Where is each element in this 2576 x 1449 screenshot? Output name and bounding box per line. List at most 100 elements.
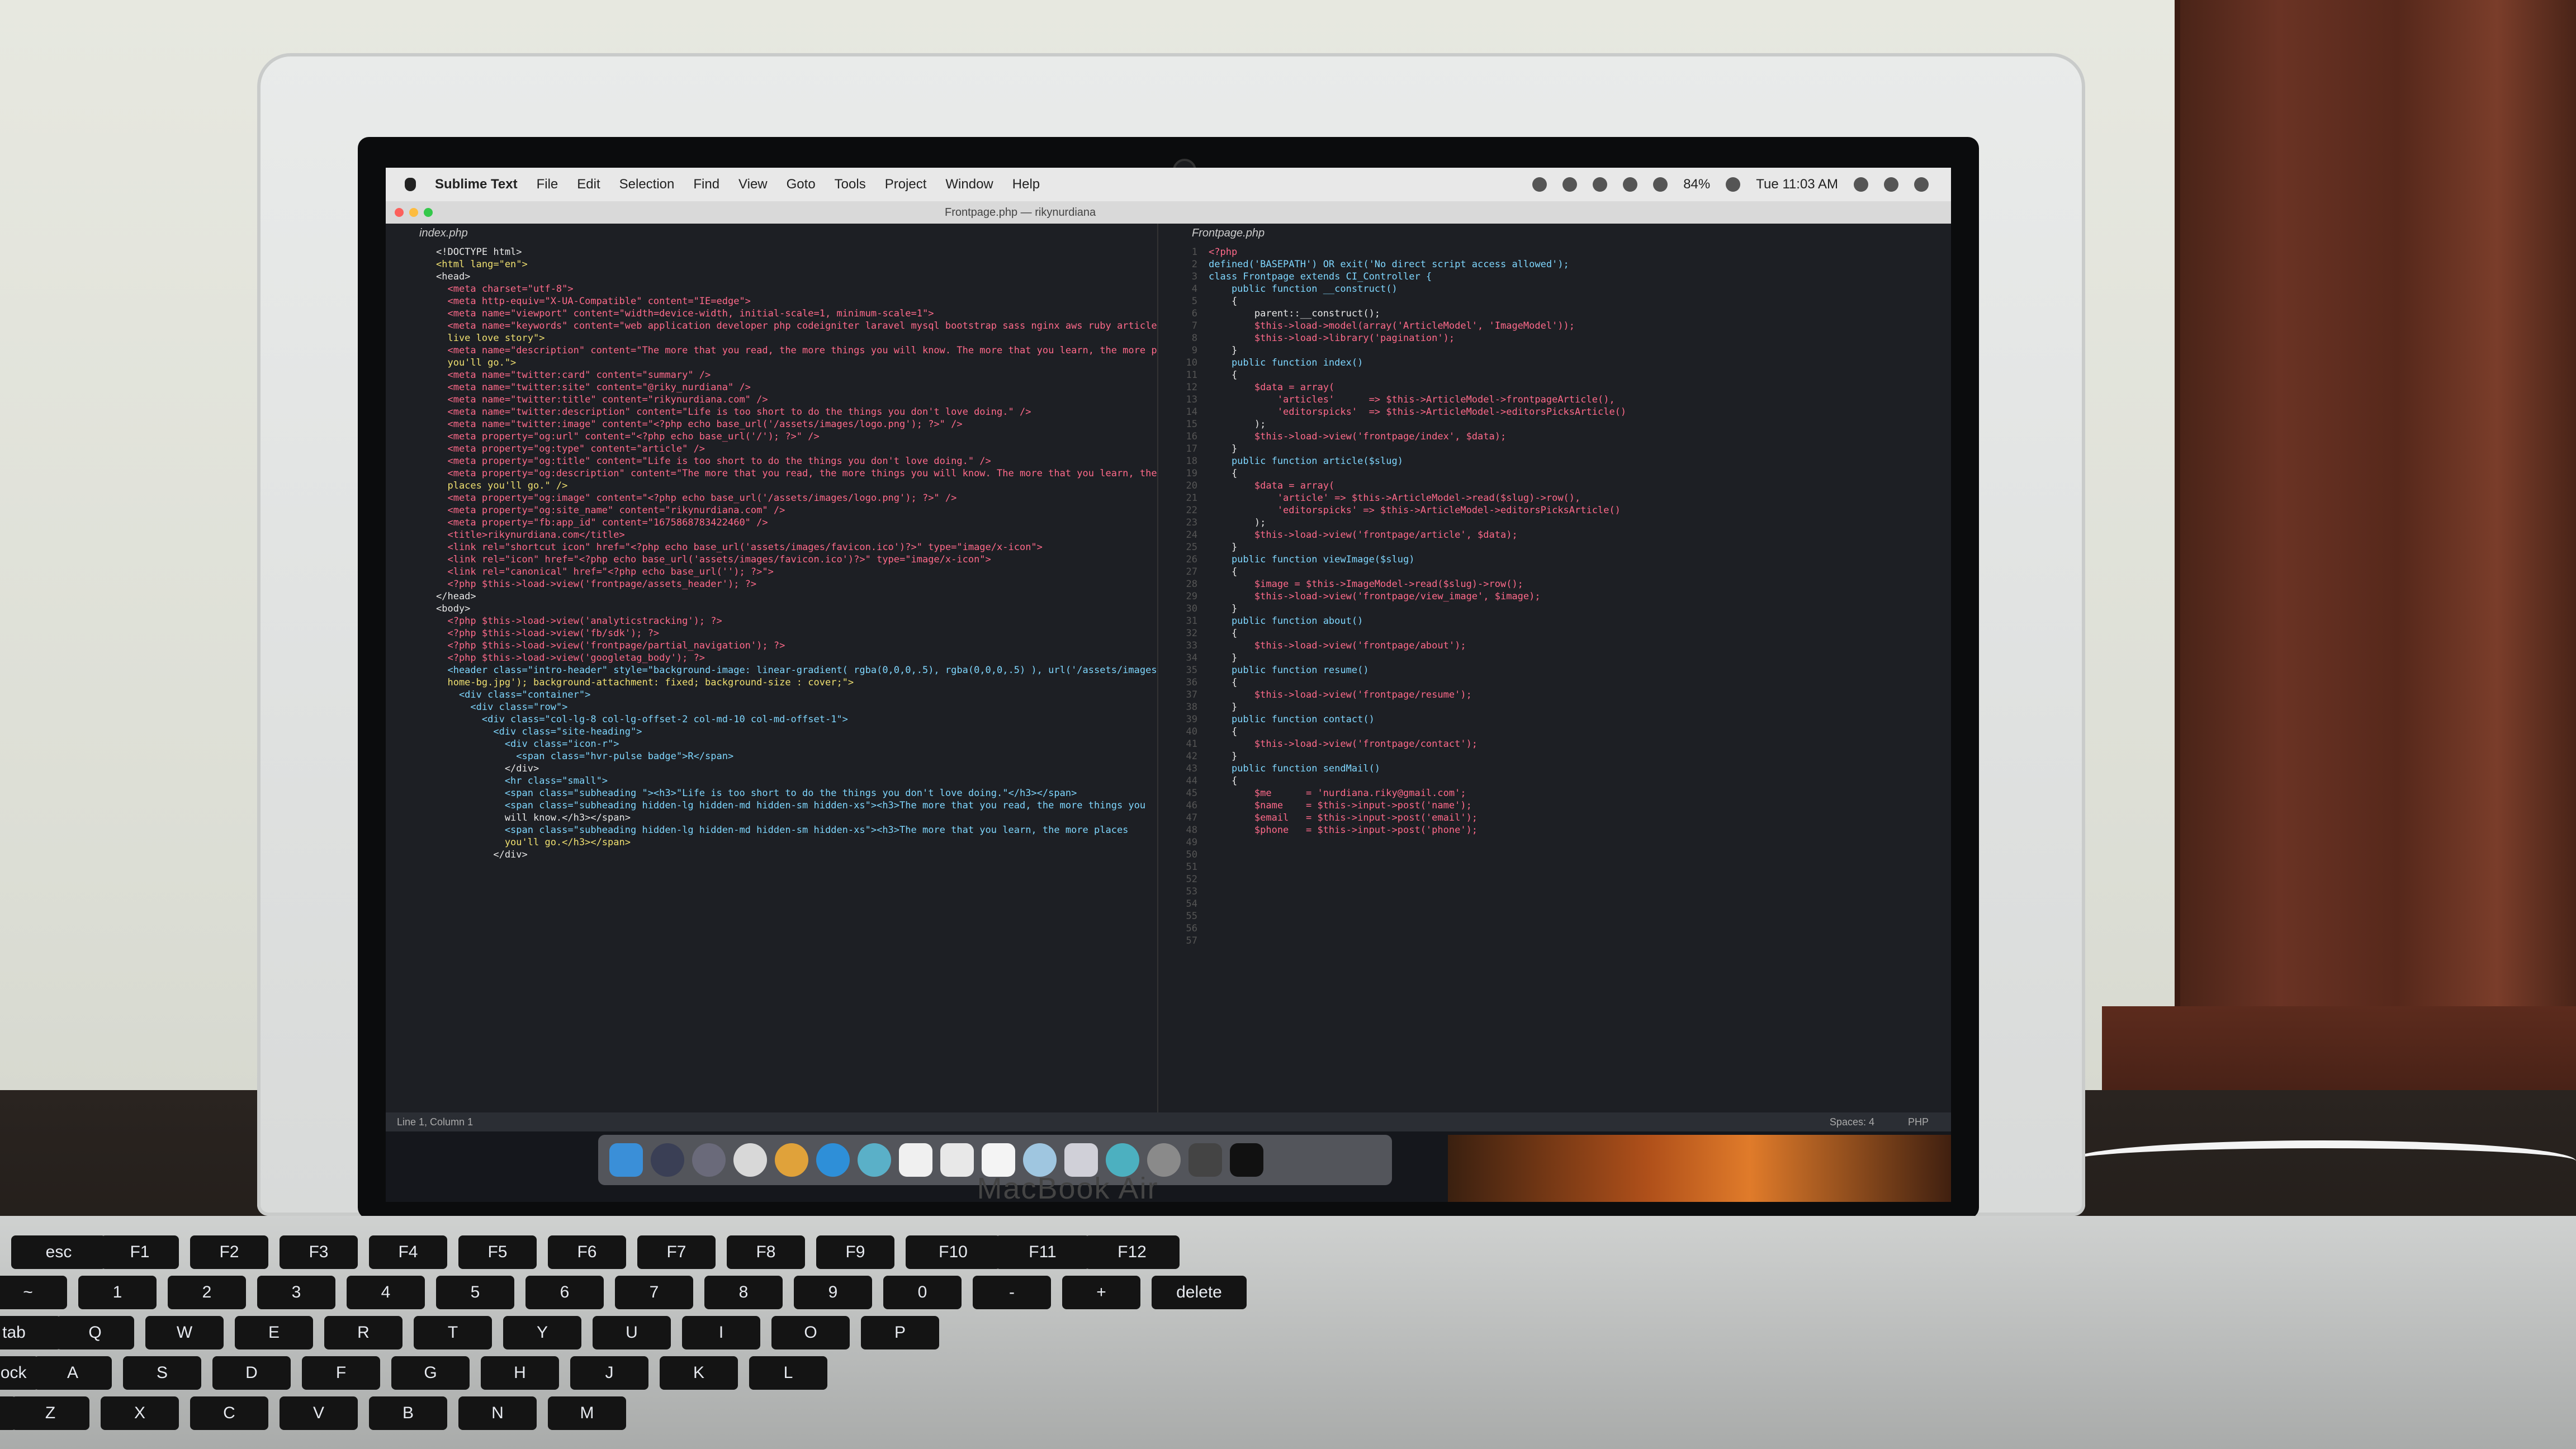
key-8[interactable]: 8 [704,1276,783,1309]
key-4[interactable]: 4 [347,1276,425,1309]
code-line[interactable]: <meta name="description" content="The mo… [436,344,1157,357]
code-line[interactable]: $phone = $this->input->post('phone'); [1209,824,1945,836]
code-line[interactable]: <meta http-equiv="X-UA-Compatible" conte… [436,295,1152,307]
key-f[interactable]: F [302,1356,380,1390]
key--[interactable]: + [1062,1276,1140,1309]
code-line[interactable]: <meta property="og:type" content="articl… [436,443,1152,455]
spotlight-search-icon[interactable] [1854,177,1868,192]
tab-index-php[interactable]: index.php [386,224,1157,243]
code-line[interactable]: defined('BASEPATH') OR exit('No direct s… [1209,258,1945,271]
code-line[interactable]: will know.</h3></span> [436,812,1152,824]
key-f2[interactable]: F2 [190,1235,268,1269]
zoom-window-icon[interactable] [424,208,433,217]
tab-frontpage-php[interactable]: Frontpage.php [1158,224,1951,243]
menu-tools[interactable]: Tools [835,177,866,192]
code-line[interactable]: <span class="subheading "><h3>"Life is t… [436,787,1152,799]
code-line[interactable]: home-bg.jpg'); background-attachment: fi… [436,676,1152,689]
safari-icon[interactable] [816,1143,850,1177]
key-f1[interactable]: F1 [101,1235,179,1269]
code-line[interactable]: <meta name="twitter:site" content="@riky… [436,381,1152,394]
code-line[interactable]: } [1209,652,1945,664]
launchpad-icon[interactable] [651,1143,684,1177]
key-p[interactable]: P [861,1316,939,1349]
compass-icon[interactable] [733,1143,767,1177]
key-e[interactable]: E [235,1316,313,1349]
code-line[interactable]: <?php $this->load->view('frontpage/asset… [436,578,1152,590]
finder-icon[interactable] [609,1143,643,1177]
code-line[interactable]: 'editorspicks' => $this->ArticleModel->e… [1209,504,1945,517]
menu-help[interactable]: Help [1012,177,1040,192]
key-f11[interactable]: F11 [995,1235,1090,1269]
user-avatar-icon[interactable] [1884,177,1898,192]
menu-file[interactable]: File [537,177,558,192]
code-line[interactable]: <span class="hvr-pulse badge">R</span> [436,750,1152,763]
key-y[interactable]: Y [503,1316,581,1349]
code-line[interactable]: { [1209,775,1945,787]
key-n[interactable]: N [458,1396,537,1430]
code-line[interactable]: <meta property="og:image" content="<?php… [436,492,1152,504]
battery-icon[interactable] [1726,177,1741,192]
globe-icon[interactable] [858,1143,891,1177]
key-esc[interactable]: esc [11,1235,106,1269]
key-i[interactable]: I [682,1316,760,1349]
key-9[interactable]: 9 [794,1276,872,1309]
key-f9[interactable]: F9 [816,1235,894,1269]
code-line[interactable]: public function resume() [1209,664,1945,676]
key-v[interactable]: V [280,1396,358,1430]
code-line[interactable]: } [1209,750,1945,763]
code-line[interactable]: <span class="subheading hidden-lg hidden… [436,799,1152,812]
key-f7[interactable]: F7 [637,1235,716,1269]
code-line[interactable]: $this->load->view('frontpage/about'); [1209,640,1945,652]
wifi-icon[interactable] [1653,177,1668,192]
status-app-icon[interactable] [1532,177,1547,192]
code-line[interactable]: <meta name="keywords" content="web appli… [436,320,1157,332]
code-line[interactable]: <?php $this->load->view('fb/sdk'); ?> [436,627,1152,640]
code-area-right[interactable]: 1 2 3 4 5 6 7 8 9 10 11 12 13 14 15 16 17 18 19 20 21 22 23 24 2… [1158,246,1951,1112]
code-line[interactable]: </div> [436,849,1152,861]
key--[interactable]: ~ [0,1276,67,1309]
sublime-text-icon[interactable] [1230,1143,1263,1177]
code-line[interactable]: <meta name="viewport" content="width=dev… [436,307,1152,320]
key-h[interactable]: H [481,1356,559,1390]
status-sync-icon[interactable] [1562,177,1578,192]
key--[interactable]: - [973,1276,1051,1309]
key-c[interactable]: C [190,1396,268,1430]
key-d[interactable]: D [212,1356,291,1390]
code-line[interactable]: <meta property="og:description" content=… [436,467,1157,480]
code-line[interactable]: <span class="subheading hidden-lg hidden… [436,824,1152,836]
code-line[interactable]: $data = array( [1209,381,1945,394]
code-line[interactable]: $email = $this->input->post('email'); [1209,812,1945,824]
key-g[interactable]: G [391,1356,470,1390]
code-line[interactable]: you'll go."> [436,357,1152,369]
code-line[interactable]: places you'll go." /> [436,480,1152,492]
code-line[interactable]: <div class="row"> [436,701,1152,713]
code-line[interactable]: <meta property="og:url" content="<?php e… [436,430,1152,443]
code-line[interactable]: public function contact() [1209,713,1945,726]
code-line[interactable]: <title>rikynurdiana.com</title> [436,529,1152,541]
code-lines-right[interactable]: <?php defined('BASEPATH') OR exit('No dir… [1209,246,1945,1112]
code-line[interactable]: <?php $this->load->view('frontpage/parti… [436,640,1152,652]
chrome-icon[interactable] [775,1143,808,1177]
key-delete[interactable]: delete [1152,1276,1247,1309]
key-f5[interactable]: F5 [458,1235,537,1269]
key-m[interactable]: M [548,1396,626,1430]
code-line[interactable]: public function index() [1209,357,1945,369]
key-z[interactable]: Z [11,1396,89,1430]
code-line[interactable]: $me = 'nurdiana.riky@gmail.com'; [1209,787,1945,799]
code-lines-left[interactable]: <!DOCTYPE html> <html lang="en"> <head> <m… [436,246,1157,1112]
code-area-left[interactable]: <!DOCTYPE html> <html lang="en"> <head> <m… [386,246,1157,1112]
notification-center-icon[interactable] [1914,177,1929,192]
key-0[interactable]: 0 [883,1276,962,1309]
code-line[interactable]: <meta property="og:site_name" content="r… [436,504,1152,517]
code-line[interactable]: <div class="icon-r"> [436,738,1152,750]
code-line[interactable]: $image = $this->ImageModel->read($slug)-… [1209,578,1945,590]
key-5[interactable]: 5 [436,1276,514,1309]
code-line[interactable]: <meta charset="utf-8"> [436,283,1152,295]
key-f10[interactable]: F10 [906,1235,1001,1269]
key-f6[interactable]: F6 [548,1235,626,1269]
status-check-icon[interactable] [1593,177,1608,192]
code-line[interactable]: $this->load->model(array('ArticleModel',… [1209,320,1945,332]
code-line[interactable]: <div class="col-lg-8 col-lg-offset-2 col… [436,713,1152,726]
code-line[interactable]: { [1209,369,1945,381]
key-u[interactable]: U [593,1316,671,1349]
